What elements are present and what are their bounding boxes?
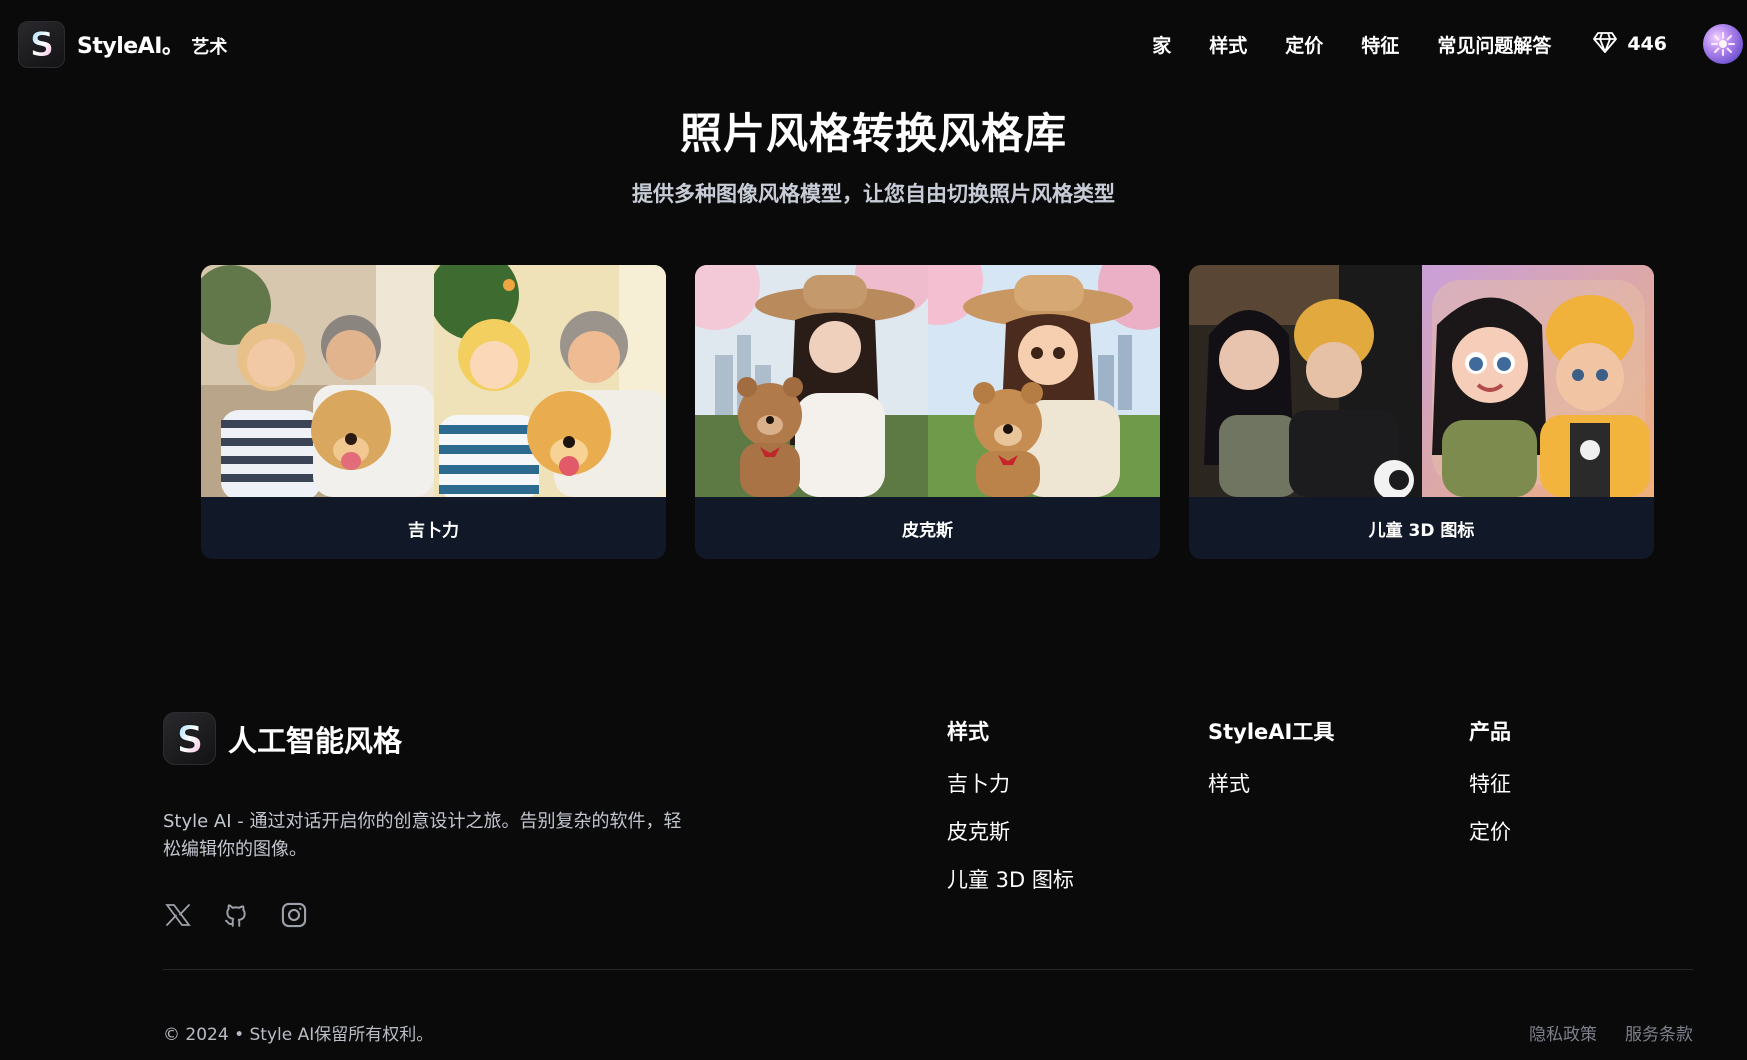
nav-pricing[interactable]: 定价 <box>1285 31 1323 58</box>
nav-features[interactable]: 特征 <box>1361 31 1399 58</box>
style-card-preview <box>1189 265 1654 497</box>
footer-link-ghibli[interactable]: 吉卜力 <box>947 770 1074 798</box>
original-photo <box>695 265 928 497</box>
social-links <box>163 900 309 930</box>
footer-column-styles: 样式 吉卜力 皮克斯 儿童 3D 图标 <box>947 716 1074 914</box>
style-card-label: 儿童 3D 图标 <box>1368 520 1475 541</box>
instagram-icon[interactable] <box>279 900 309 930</box>
footer-link-kids-3d-icon[interactable]: 儿童 3D 图标 <box>947 866 1074 894</box>
credits-count: 446 <box>1627 33 1667 55</box>
top-header: S StyleAI。 艺术 家 样式 定价 特征 常见问题解答 446 <box>0 0 1747 88</box>
style-gallery: 吉卜力 皮克斯 儿童 3D 图标 <box>201 265 1654 559</box>
page-subtitle: 提供多种图像风格模型，让您自由切换照片风格类型 <box>632 182 1115 206</box>
style-card-kids-3d-icon[interactable]: 儿童 3D 图标 <box>1189 265 1654 559</box>
footer-link-pixar[interactable]: 皮克斯 <box>947 818 1074 846</box>
x-twitter-icon[interactable] <box>163 900 193 930</box>
style-card-pixar[interactable]: 皮克斯 <box>695 265 1160 559</box>
style-card-label: 吉卜力 <box>408 520 459 541</box>
stylized-image <box>927 265 1160 497</box>
copyright: © 2024 • Style AI保留所有权利。 <box>163 1025 434 1045</box>
logo-s-icon: S <box>163 712 216 765</box>
footer-link-styles[interactable]: 样式 <box>1208 770 1334 798</box>
footer-description: Style AI - 通过对话开启你的创意设计之旅。告别复杂的软件，轻松编辑你的… <box>163 811 682 860</box>
footer-link-features[interactable]: 特征 <box>1469 770 1511 798</box>
nav-home[interactable]: 家 <box>1152 31 1171 58</box>
brand-name: StyleAI。 <box>77 34 184 59</box>
page-title: 照片风格转换风格库 <box>679 109 1067 158</box>
diamond-icon <box>1593 31 1618 57</box>
nav-faq[interactable]: 常见问题解答 <box>1437 31 1551 58</box>
nav-styles[interactable]: 样式 <box>1209 31 1247 58</box>
footer-column-title: 产品 <box>1469 720 1511 744</box>
style-card-preview <box>201 265 666 497</box>
svg-text:S: S <box>176 718 203 760</box>
original-photo <box>201 265 434 497</box>
footer-brand[interactable]: S 人工智能风格 <box>163 712 402 765</box>
footer-link-pricing[interactable]: 定价 <box>1469 818 1511 846</box>
credits-indicator[interactable]: 446 <box>1593 31 1667 57</box>
logo-s-icon[interactable]: S <box>18 20 65 68</box>
footer-divider <box>163 969 1693 970</box>
svg-text:S: S <box>29 25 54 63</box>
footer-brand-name: 人工智能风格 <box>228 723 403 758</box>
footer-column-title: 样式 <box>947 720 989 744</box>
style-card-ghibli[interactable]: 吉卜力 <box>201 265 666 559</box>
terms-of-service-link[interactable]: 服务条款 <box>1625 1020 1693 1045</box>
brand-suffix: 艺术 <box>191 37 228 58</box>
original-photo <box>1189 265 1422 497</box>
github-icon[interactable] <box>221 900 251 930</box>
brand[interactable]: StyleAI。 艺术 <box>77 28 227 60</box>
stylized-image <box>433 265 666 497</box>
main-nav: 家 样式 定价 特征 常见问题解答 446 <box>1152 0 1747 88</box>
stylized-image <box>1421 265 1654 497</box>
footer-column-tools: StyleAI工具 样式 <box>1208 716 1334 818</box>
footer-column-product: 产品 特征 定价 <box>1469 716 1511 866</box>
footer-column-title: StyleAI工具 <box>1208 720 1335 744</box>
style-card-preview <box>695 265 1160 497</box>
style-card-label: 皮克斯 <box>902 520 953 541</box>
user-avatar[interactable] <box>1703 24 1743 64</box>
legal-links: 隐私政策 服务条款 <box>1529 1020 1693 1045</box>
privacy-policy-link[interactable]: 隐私政策 <box>1529 1020 1597 1045</box>
